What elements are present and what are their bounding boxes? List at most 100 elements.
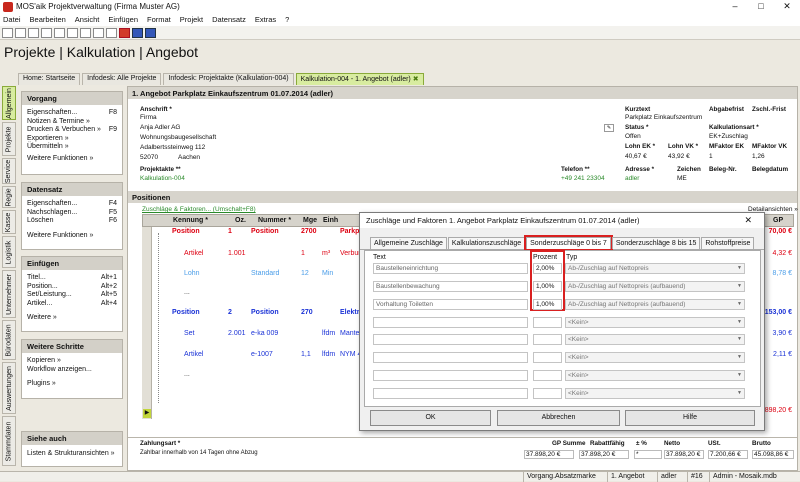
- zuschlag-prozent-input[interactable]: [533, 334, 562, 345]
- projektakte-link[interactable]: Kalkulation-004: [140, 175, 185, 182]
- menu-projekt[interactable]: Projekt: [180, 14, 203, 26]
- menu-ansicht[interactable]: Ansicht: [75, 14, 100, 26]
- menu-extras[interactable]: Extras: [255, 14, 276, 26]
- zuschlag-text-input[interactable]: [373, 317, 528, 328]
- zuschlag-prozent-input[interactable]: 2,00%: [533, 263, 562, 274]
- kurztext-field[interactable]: Parkplatz Einkaufszentrum: [625, 114, 702, 121]
- tab-projektakte[interactable]: Infodesk: Projektakte (Kalkulation-004): [163, 73, 294, 85]
- more-functions-link[interactable]: Weitere Funktionen »: [22, 226, 122, 242]
- menu-datei[interactable]: Datei: [3, 14, 21, 26]
- zuschlaege-link[interactable]: Zuschläge & Faktoren... (Umschalt+F8): [142, 206, 256, 213]
- col-oz[interactable]: Oz.: [235, 217, 246, 224]
- tab-rohstoffpreise[interactable]: Rohstoffpreise: [701, 237, 755, 249]
- zuschlag-text-input[interactable]: Baustelleneinrichtung: [373, 263, 528, 274]
- vtab-logistik[interactable]: Logistik: [2, 236, 16, 268]
- edit-address-icon[interactable]: ✎: [604, 124, 614, 132]
- mfaktor-vk-field[interactable]: 1,26: [752, 153, 765, 160]
- col-gp[interactable]: GP: [773, 217, 783, 224]
- lohn-ek-field[interactable]: 40,67 €: [625, 153, 647, 160]
- action-listen[interactable]: Listen & Strukturansichten »: [22, 450, 122, 459]
- cancel-button[interactable]: Abbrechen: [497, 410, 620, 426]
- action-artikel[interactable]: Artikel... Alt+4: [22, 300, 122, 309]
- new-icon[interactable]: [2, 27, 13, 38]
- user-red-icon[interactable]: [119, 27, 130, 38]
- ort-field[interactable]: Aachen: [178, 154, 200, 161]
- zuschlag-text-input[interactable]: [373, 370, 528, 381]
- zuschlag-text-input[interactable]: Vorhaltung Toiletten: [373, 299, 528, 310]
- redo-icon[interactable]: [67, 27, 78, 38]
- close-window-button[interactable]: ✕: [774, 0, 800, 14]
- action-notizen[interactable]: Notizen & Termine »: [22, 118, 122, 127]
- vtab-stammdaten[interactable]: Stammdaten: [2, 416, 16, 466]
- telefon-link[interactable]: +49 241 23304: [561, 175, 605, 182]
- tab-sonderzuschlaege-8-15[interactable]: Sonderzuschläge 8 bis 15: [611, 237, 701, 249]
- zuschlag-typ-select[interactable]: <Kein> ▼: [565, 370, 745, 381]
- zuschlag-text-input[interactable]: Baustellenbewachung: [373, 281, 528, 292]
- paste-icon[interactable]: [106, 27, 117, 38]
- zuschlag-typ-select[interactable]: Ab-/Zuschlag auf Nettopreis ▼: [565, 263, 745, 274]
- zuschlag-typ-select[interactable]: Ab-/Zuschlag auf Nettopreis (aufbauend) ▼: [565, 299, 745, 310]
- help-button[interactable]: Hilfe: [625, 410, 755, 426]
- zuschlag-typ-select[interactable]: <Kein> ▼: [565, 388, 745, 399]
- tab-angebot[interactable]: Kalkulation-004 - 1. Angebot (adler) ✖: [295, 73, 424, 85]
- user-blue-icon[interactable]: [132, 27, 143, 38]
- action-uebermitteln[interactable]: Übermitteln »: [22, 143, 122, 152]
- action-kopieren[interactable]: Kopieren »: [22, 357, 122, 366]
- vtab-allgemein[interactable]: Allgemein: [2, 86, 16, 120]
- zuschlag-prozent-input[interactable]: [533, 388, 562, 399]
- col-kennung[interactable]: Kennung *: [173, 217, 208, 224]
- action-workflow[interactable]: Workflow anzeigen...: [22, 366, 122, 375]
- action-eigenschaften[interactable]: Eigenschaften... F8: [22, 109, 122, 118]
- action-ds-eigenschaften[interactable]: Eigenschaften... F4: [22, 200, 122, 209]
- status-field[interactable]: Offen: [625, 133, 641, 140]
- adresse-link[interactable]: adler: [625, 175, 639, 182]
- vtab-unternehmer[interactable]: Unternehmer: [2, 270, 16, 318]
- zahlungsart-field[interactable]: Zahlbar innerhalb von 14 Tagen ohne Abzu…: [140, 450, 258, 456]
- lohn-vk-field[interactable]: 43,92 €: [668, 153, 690, 160]
- vtab-kasse[interactable]: Kasse: [2, 210, 16, 234]
- zuschlag-prozent-input[interactable]: 1,00%: [533, 299, 562, 310]
- cut-icon[interactable]: [80, 27, 91, 38]
- dialog-close-icon[interactable]: ✕: [744, 215, 752, 226]
- zuschlag-prozent-input[interactable]: 1,00%: [533, 281, 562, 292]
- zuschlag-typ-select[interactable]: <Kein> ▼: [565, 334, 745, 345]
- maximize-button[interactable]: □: [748, 0, 774, 14]
- zuschlag-text-input[interactable]: [373, 388, 528, 399]
- zuschlag-prozent-input[interactable]: [533, 352, 562, 363]
- action-drucken[interactable]: Drucken & Verbuchen » F9: [22, 126, 122, 135]
- zuschlag-prozent-input[interactable]: [533, 370, 562, 381]
- action-nachschlagen[interactable]: Nachschlagen... F5: [22, 209, 122, 218]
- zuschlag-prozent-input[interactable]: [533, 317, 562, 328]
- menu-help[interactable]: ?: [285, 14, 289, 26]
- plz-field[interactable]: 52070: [140, 154, 158, 161]
- vtab-auswertungen[interactable]: Auswertungen: [2, 362, 16, 414]
- tab-sonderzuschlaege-0-7[interactable]: Sonderzuschläge 0 bis 7: [524, 235, 613, 251]
- undo-icon[interactable]: [54, 27, 65, 38]
- action-titel[interactable]: Titel... Alt+1: [22, 274, 122, 283]
- col-einh[interactable]: Einh: [323, 217, 338, 224]
- zuschlag-typ-select[interactable]: <Kein> ▼: [565, 317, 745, 328]
- tab-kalkulationszuschlaege[interactable]: Kalkulationszuschläge: [447, 237, 526, 249]
- vtab-service[interactable]: Service: [2, 158, 16, 184]
- close-tab-icon[interactable]: ✖: [413, 76, 419, 83]
- zuschlag-text-input[interactable]: [373, 334, 528, 345]
- vtab-projekte[interactable]: Projekte: [2, 122, 16, 156]
- more-functions-link[interactable]: Weitere Funktionen »: [22, 152, 122, 165]
- zuschlag-typ-select[interactable]: <Kein> ▼: [565, 352, 745, 363]
- action-plugins[interactable]: Plugins »: [22, 380, 122, 389]
- col-nummer[interactable]: Nummer *: [258, 217, 291, 224]
- anschrift-line[interactable]: Wohnungsbaugesellschaft: [140, 134, 216, 141]
- vtab-buerodaten[interactable]: Bürodaten: [2, 320, 16, 360]
- action-position[interactable]: Position... Alt+2: [22, 283, 122, 292]
- copy-icon[interactable]: [93, 27, 104, 38]
- zuschlag-text-input[interactable]: [373, 352, 528, 363]
- col-mge[interactable]: Mge: [303, 217, 317, 224]
- more-link[interactable]: Weitere »: [22, 308, 122, 324]
- vtab-regie[interactable]: Regie: [2, 186, 16, 208]
- mail-icon[interactable]: [41, 27, 52, 38]
- ok-button[interactable]: OK: [370, 410, 491, 426]
- prozent-field[interactable]: *: [634, 450, 662, 459]
- zuschlag-typ-select[interactable]: Ab-/Zuschlag auf Nettopreis (aufbauend) ▼: [565, 281, 745, 292]
- action-loeschen[interactable]: Löschen F6: [22, 217, 122, 226]
- zeichen-field[interactable]: ME: [677, 175, 687, 182]
